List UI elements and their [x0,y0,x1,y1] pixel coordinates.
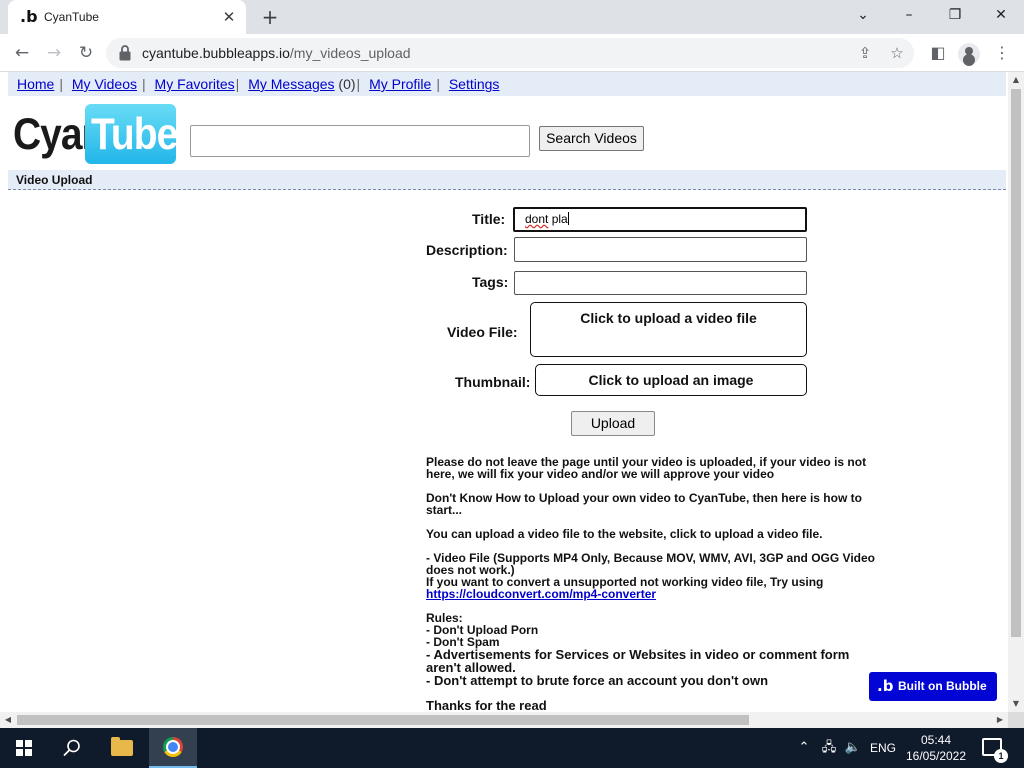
scrollbar-corner [1008,712,1024,728]
new-tab-button[interactable]: + [259,6,281,28]
upload-video-file-button[interactable]: Click to upload a video file [530,302,807,357]
thanks-text: Thanks for the read [426,698,547,712]
cloudconvert-link[interactable]: https://cloudconvert.com/mp4-converter [426,587,656,601]
messages-count: (0) [334,76,356,92]
upload-thumbnail-button[interactable]: Click to upload an image [535,364,807,396]
side-panel-icon[interactable]: ◧ [924,39,952,67]
tags-label: Tags: [472,274,509,290]
scroll-right-arrow-icon[interactable]: ▶ [992,712,1008,728]
video-file-label: Video File: [447,324,518,340]
taskbar-clock[interactable]: 05:44 16/05/2022 [900,732,972,764]
chrome-icon [163,737,183,757]
profile-avatar[interactable] [958,43,980,65]
bubble-logo-icon: .b [877,677,894,695]
search-videos-button[interactable]: Search Videos [539,126,644,151]
clock-date: 16/05/2022 [905,749,967,763]
back-button[interactable]: ← [8,39,36,67]
upload-button[interactable]: Upload [571,411,655,436]
browser-toolbar: ← → ↻ cyantube.bubbleapps.io/my_videos_u… [0,34,1024,72]
upload-instructions: Please do not leave the page until your … [426,456,886,712]
language-indicator[interactable]: ENG [868,728,898,768]
scroll-down-arrow-icon[interactable]: ▼ [1008,696,1024,712]
windows-taskbar: ⌃ 🖧 🔈 ENG 05:44 16/05/2022 1 [0,728,1024,768]
close-window-button[interactable]: ✕ [978,0,1024,32]
horizontal-scroll-thumb[interactable] [17,715,749,725]
info-paragraph: If you want to convert a unsupported not… [426,575,824,601]
info-paragraph: You can upload a video file to the websi… [426,527,823,541]
bubble-favicon-icon: .b [20,7,38,26]
url-text: cyantube.bubbleapps.io/my_videos_upload [142,45,411,61]
nav-link-my-favorites[interactable]: My Favorites [155,76,235,92]
tags-input[interactable] [514,271,807,295]
section-title: Video Upload [8,170,1006,190]
scroll-up-arrow-icon[interactable]: ▲ [1008,72,1024,88]
tab-title: CyanTube [44,10,99,24]
thumbnail-label: Thumbnail: [455,374,531,390]
chrome-menu-icon[interactable]: ⋮ [988,39,1016,67]
tab-search-button[interactable]: ⌄ [840,0,886,32]
info-paragraph: - Video File (Supports MP4 Only, Because… [426,551,875,577]
close-tab-icon[interactable]: ✕ [220,8,238,26]
show-hidden-icons-chevron-icon[interactable]: ⌃ [796,728,812,768]
address-bar[interactable]: cyantube.bubbleapps.io/my_videos_upload … [106,38,914,68]
vertical-scrollbar[interactable]: ▲ ▼ [1008,72,1024,712]
rule-item: - Don't attempt to brute force an accoun… [426,673,769,688]
browser-tab[interactable]: .b CyanTube ✕ [8,0,246,34]
chrome-taskbar-button[interactable] [149,728,197,768]
clock-time: 05:44 [920,733,952,747]
reload-button[interactable]: ↻ [72,39,100,67]
file-explorer-icon[interactable] [111,737,133,756]
nav-link-settings[interactable]: Settings [449,76,500,92]
lock-icon [119,45,131,61]
browser-tab-strip: .b CyanTube ✕ + ⌄ – ❐ ✕ [0,0,1024,34]
horizontal-scrollbar[interactable]: ◀ ▶ [0,712,1008,728]
title-input[interactable]: dont pla [513,207,807,232]
network-icon[interactable]: 🖧 [820,728,838,768]
notification-count-badge: 1 [994,749,1008,763]
nav-link-my-messages[interactable]: My Messages [248,76,334,92]
nav-link-home[interactable]: Home [17,76,54,92]
description-input[interactable] [514,237,807,262]
volume-icon[interactable]: 🔈 [844,728,862,768]
nav-link-my-videos[interactable]: My Videos [72,76,137,92]
built-on-bubble-label: Built on Bubble [898,679,987,693]
info-paragraph: Please do not leave the page until your … [426,455,867,481]
windows-start-icon[interactable] [16,740,32,756]
built-on-bubble-badge[interactable]: .b Built on Bubble [869,672,997,701]
title-input-value: dont pla [525,212,569,226]
rule-item: - Advertisements for Services or Website… [426,647,850,675]
page-viewport: Home | My Videos | My Favorites| My Messag… [0,72,1008,712]
site-nav-bar: Home | My Videos | My Favorites| My Messag… [8,72,1006,96]
bookmark-star-icon[interactable]: ☆ [886,42,908,64]
title-label: Title: [472,211,506,227]
scroll-left-arrow-icon[interactable]: ◀ [0,712,16,728]
minimize-button[interactable]: – [886,0,932,32]
info-paragraph: Don't Know How to Upload your own video … [426,491,862,517]
share-icon[interactable]: ⇪ [854,42,876,64]
restore-button[interactable]: ❐ [932,0,978,32]
nav-link-my-profile[interactable]: My Profile [369,76,431,92]
forward-button[interactable]: → [40,39,68,67]
taskbar-search-icon[interactable] [62,738,82,758]
search-input[interactable] [190,125,530,157]
description-label: Description: [426,242,508,258]
logo-text-tube: Tube [91,110,178,160]
vertical-scroll-thumb[interactable] [1011,89,1021,637]
